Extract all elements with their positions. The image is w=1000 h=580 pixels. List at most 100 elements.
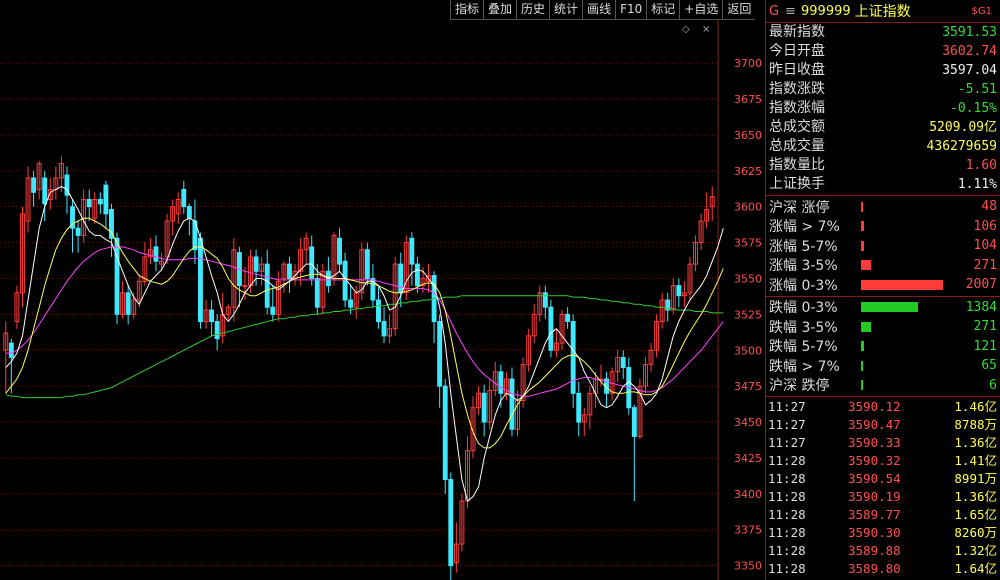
chart-toolbar: 指标 叠加 历史 统计 画线 F10 标记 +自选 返回 [450,0,756,20]
stat-label: 昨日收盘 [769,62,825,78]
toolbar-button-0[interactable]: 指标 [450,0,484,20]
tick-time: 11:27 [768,399,806,414]
toolbar-button-3[interactable]: 统计 [549,0,583,20]
candlestick-chart[interactable]: 3350 3375 3400 3425 3450 3475 3500 3525 3550 3575… [0,20,765,580]
tick-amount: 1.32亿 [954,543,997,558]
tick-row: 11:28 3589.77 1.65亿 [766,506,1000,524]
candle-body [198,237,203,323]
y-tick-label: 3375 [734,524,762,537]
tick-time: 11:27 [768,417,806,432]
breadth-bar [861,302,918,313]
candle-body [348,299,354,308]
toolbar-button-7[interactable]: +自选 [679,0,723,20]
tick-time: 11:28 [768,507,806,522]
divider [766,396,1000,397]
menu-icon[interactable]: ≡ [785,4,799,19]
tick-price: 3590.19 [848,489,901,504]
y-tick-label: 3350 [734,560,762,573]
stat-row: 指数量比 1.60 [766,156,1000,175]
tick-time: 11:28 [768,471,806,486]
breadth-label: 沪深 涨停 [769,199,830,216]
breadth-value: 271 [973,319,997,335]
stat-value: 3602.74 [942,44,997,59]
candle-body [153,246,159,262]
candle-body [481,392,487,423]
tick-time: 11:28 [768,561,806,576]
breadth-value: 1384 [965,299,997,315]
candle-body [314,277,320,308]
candle-body [264,263,270,308]
tick-list: 11:27 3590.12 1.46亿 11:27 3590.47 8788万 11:27 3… [766,398,1000,578]
candle-body [620,356,626,368]
y-tick-label: 3675 [734,93,762,106]
breadth-bar [861,260,871,271]
candle-body [376,299,381,323]
candle-body [103,184,109,215]
stat-label: 指数量比 [769,157,825,173]
tick-amount: 1.65亿 [954,507,997,522]
stat-row: 最新指数 3591.53 [766,23,1000,42]
candle-body [8,342,14,358]
breadth-row: 跌幅 3-5% 271 [766,317,1000,337]
chart-svg[interactable]: 3350 3375 3400 3425 3450 3475 3500 3525 3550 3575… [0,20,765,580]
y-tick-label: 3400 [734,488,762,501]
close-icon[interactable]: × [702,24,710,35]
candle-body [186,206,192,219]
candle-body [565,313,571,323]
toolbar-button-1[interactable]: 叠加 [483,0,517,20]
candle-body [570,321,576,394]
candle-body [114,237,120,315]
breadth-label: 跌幅 3-5% [769,319,838,336]
tick-amount: 1.64亿 [954,561,997,576]
toolbar-button-2[interactable]: 历史 [516,0,550,20]
candle-body [97,198,103,205]
tick-price: 3590.33 [848,435,901,450]
breadth-value: 48 [981,199,997,215]
y-tick-label: 3650 [734,129,762,142]
ma10-line [5,217,724,449]
tick-time: 11:28 [768,543,806,558]
stat-label: 总成交额 [769,119,825,135]
breadth-bar [861,240,864,251]
tick-price: 3590.30 [848,525,901,540]
tick-row: 11:28 3589.88 1.32亿 [766,542,1000,560]
tick-row: 11:28 3590.30 8260万 [766,524,1000,542]
breadth-row: 沪深 涨停 48 [766,197,1000,217]
candle-body [437,321,443,387]
stat-value: 1.11% [957,177,997,192]
tick-row: 11:27 3590.33 1.36亿 [766,434,1000,452]
toolbar-button-8[interactable]: 返回 [722,0,756,20]
toolbar-button-4[interactable]: 画线 [582,0,616,20]
candle-body [287,263,292,279]
toolbar-button-6[interactable]: 标记 [646,0,680,20]
tick-time: 11:28 [768,525,806,540]
breadth-value: 65 [981,358,997,374]
stat-value: -5.51 [957,82,997,97]
breadth-label: 涨幅 3-5% [769,258,838,275]
stat-row: 指数涨跌 -5.51 [766,80,1000,99]
stat-value: 1.60 [965,158,997,173]
tick-amount: 1.36亿 [954,489,997,504]
breadth-row: 涨幅 3-5% 271 [766,256,1000,276]
breadth-label: 沪深 跌停 [769,378,830,395]
stat-value: 3591.53 [942,25,997,40]
breadth-row: 涨幅 5-7% 104 [766,236,1000,256]
candle-body [242,285,248,288]
y-tick-label: 3550 [734,272,762,285]
tick-row: 11:28 3590.54 8991万 [766,470,1000,488]
candle-body [409,237,415,265]
diamond-icon[interactable]: ◇ [682,24,690,35]
breadth-bar [861,321,871,332]
y-tick-label: 3700 [734,57,762,70]
candle-body [253,256,259,272]
stat-label: 总成交量 [769,138,825,154]
index-code: 999999 [801,3,851,19]
quote-panel: G ≡ 999999 上证指数 $G1 最新指数 3591.53 今日开盘 3602.… [766,0,1000,580]
candle-body [214,321,220,340]
tick-price: 3590.12 [848,399,901,414]
breadth-value: 6 [989,377,997,393]
breadth-row: 跌幅 5-7% 121 [766,337,1000,357]
toolbar-button-5[interactable]: F10 [615,0,647,20]
stat-value: 5209.09亿 [929,120,997,135]
tick-price: 3590.32 [848,453,901,468]
